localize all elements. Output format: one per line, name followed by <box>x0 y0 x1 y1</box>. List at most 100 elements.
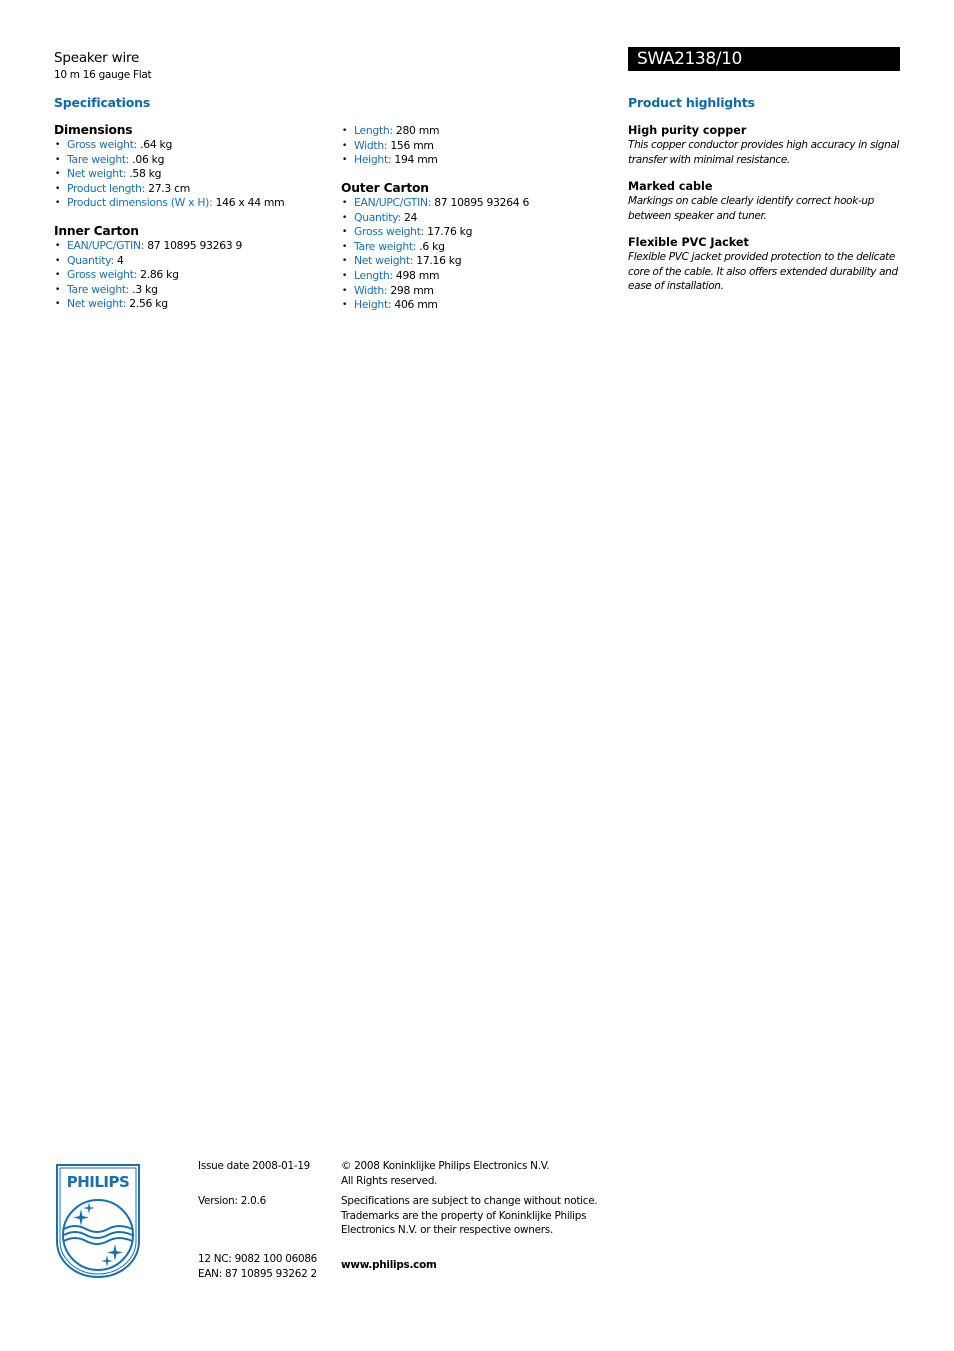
spec-label: Product dimensions (W x H): <box>67 196 213 210</box>
spec-item: Net weight: .58 kg <box>54 167 284 182</box>
spec-value: 194 mm <box>394 153 438 167</box>
spec-item: Gross weight: 2.86 kg <box>54 268 242 283</box>
spec-group-inner-carton: Inner Carton EAN/UPC/GTIN: 87 10895 9326… <box>54 224 242 312</box>
spec-label: Tare weight: <box>67 152 130 166</box>
spec-value: 146 x 44 mm <box>215 196 285 210</box>
spec-label: Length: <box>354 268 393 282</box>
spec-group-dimensions: Dimensions Gross weight: .64 kgTare weig… <box>54 123 285 211</box>
highlights-list: High purity copper This copper conductor… <box>628 124 900 307</box>
spec-label: Gross weight: <box>67 138 137 151</box>
spec-label: Net weight: <box>354 254 414 268</box>
spec-label: EAN/UPC/GTIN: <box>354 196 432 209</box>
nc-number: 12 NC: 9082 100 06086 <box>198 1253 318 1265</box>
spec-label: EAN/UPC/GTIN: <box>67 239 145 252</box>
spec-value: 24 <box>403 210 418 224</box>
version: Version: 2.0.6 <box>198 1194 266 1207</box>
highlight-title: Marked cable <box>628 180 713 193</box>
spec-value: 280 mm <box>395 124 440 137</box>
spec-item: Product dimensions (W x H): 146 x 44 mm <box>54 196 285 211</box>
spec-value: .6 kg <box>419 239 445 253</box>
spec-label: Length: <box>354 124 393 137</box>
spec-label: Net weight: <box>67 167 127 181</box>
spec-value: 2.86 kg <box>140 268 179 282</box>
highlight-item: Marked cable Markings on cable clearly i… <box>628 180 900 223</box>
spec-label: Gross weight: <box>67 268 137 282</box>
spec-value: .64 kg <box>140 138 173 151</box>
product-subtitle: 10 m 16 gauge Flat <box>54 69 152 81</box>
spec-value: 27.3 cm <box>148 181 190 195</box>
footer-legal: © 2008 Koninklijke Philips Electronics N… <box>341 1159 598 1272</box>
spec-item: EAN/UPC/GTIN: 87 10895 93263 9 <box>54 239 242 254</box>
spec-item: Tare weight: .6 kg <box>341 240 529 255</box>
spec-label: Tare weight: <box>354 239 417 253</box>
philips-shield-icon: PHILIPS <box>56 1164 140 1279</box>
spec-value: 2.56 kg <box>129 297 168 311</box>
highlight-title: High purity copper <box>628 124 747 137</box>
issue-date: Issue date 2008-01-19 <box>198 1160 311 1172</box>
spec-group-inner-carton-continued: Length: 280 mmWidth: 156 mmHeight: 194 m… <box>341 124 440 168</box>
philips-logo: PHILIPS <box>55 1163 141 1279</box>
spec-item: Quantity: 24 <box>341 211 529 226</box>
spec-item: Net weight: 17.16 kg <box>341 254 529 269</box>
copyright-line: © 2008 Koninklijke Philips Electronics N… <box>341 1160 550 1172</box>
spec-item: EAN/UPC/GTIN: 87 10895 93264 6 <box>341 196 529 211</box>
spec-item: Tare weight: .3 kg <box>54 283 242 298</box>
product-highlights-title: Product highlights <box>628 95 755 110</box>
spec-item: Height: 194 mm <box>341 153 439 168</box>
spec-group-outer-carton: Outer Carton EAN/UPC/GTIN: 87 10895 9326… <box>341 181 529 313</box>
spec-item: Length: 498 mm <box>341 269 529 284</box>
spec-group-title: Dimensions <box>54 123 133 137</box>
spec-value: 156 mm <box>390 138 434 152</box>
specifications-title: Specifications <box>54 95 151 110</box>
spec-value: 87 10895 93264 6 <box>434 196 530 209</box>
spec-item: Length: 280 mm <box>341 124 440 139</box>
logo-text: PHILIPS <box>67 1173 130 1191</box>
spec-label: Width: <box>354 283 388 297</box>
spec-label: Height: <box>354 153 392 167</box>
spec-label: Gross weight: <box>354 225 424 239</box>
spec-item: Tare weight: .06 kg <box>54 153 284 168</box>
spec-item: Height: 406 mm <box>341 298 529 313</box>
spec-label: Quantity: <box>67 253 114 267</box>
spec-value: .58 kg <box>129 167 162 181</box>
highlight-text: Markings on cable clearly identify corre… <box>628 195 875 222</box>
spec-group-title: Inner Carton <box>54 224 139 238</box>
spec-item: Gross weight: 17.76 kg <box>341 225 529 240</box>
highlight-item: Flexible PVC Jacket Flexible PVC jacket … <box>628 236 900 294</box>
spec-value: .06 kg <box>132 152 165 166</box>
spec-value: 298 mm <box>390 283 434 297</box>
spec-label: Tare weight: <box>67 282 130 296</box>
spec-value: 498 mm <box>395 268 440 282</box>
highlight-title: Flexible PVC Jacket <box>628 236 749 249</box>
notice-line: Electronics N.V. or their respective own… <box>341 1224 554 1236</box>
spec-group-title: Outer Carton <box>341 181 429 195</box>
spec-item: Net weight: 2.56 kg <box>54 297 242 312</box>
spec-value: 87 10895 93263 9 <box>147 239 243 252</box>
spec-item: Quantity: 4 <box>54 254 242 269</box>
spec-label: Product length: <box>67 181 145 195</box>
spec-item: Width: 298 mm <box>341 284 529 299</box>
notice-line: Trademarks are the property of Koninklij… <box>341 1209 587 1222</box>
spec-item: Width: 156 mm <box>341 139 439 154</box>
notice-line: Specifications are subject to change wit… <box>341 1195 598 1207</box>
copyright-line: All Rights reserved. <box>341 1174 438 1187</box>
spec-value: 406 mm <box>394 298 438 312</box>
spec-item: Gross weight: .64 kg <box>54 138 284 153</box>
ean-number: EAN: 87 10895 93262 2 <box>198 1267 317 1280</box>
spec-item: Product length: 27.3 cm <box>54 182 284 197</box>
product-name: Speaker wire <box>54 50 140 66</box>
spec-label: Height: <box>354 298 392 312</box>
spec-value: 4 <box>116 253 124 267</box>
highlight-text: This copper conductor provides high accu… <box>628 139 900 166</box>
highlight-text: Flexible PVC jacket provided protection … <box>628 251 898 292</box>
website-link[interactable]: www.philips.com <box>341 1259 437 1271</box>
spec-value: .3 kg <box>132 282 158 296</box>
spec-value: 17.76 kg <box>427 225 473 239</box>
spec-value: 17.16 kg <box>416 254 462 268</box>
highlight-item: High purity copper This copper conductor… <box>628 124 900 167</box>
model-number-bar: SWA2138/10 <box>628 47 900 71</box>
spec-label: Net weight: <box>67 297 127 311</box>
footer-meta: Issue date 2008-01-19 Version: 2.0.6 12 … <box>198 1159 317 1281</box>
spec-label: Width: <box>354 138 388 152</box>
spec-label: Quantity: <box>354 210 401 224</box>
